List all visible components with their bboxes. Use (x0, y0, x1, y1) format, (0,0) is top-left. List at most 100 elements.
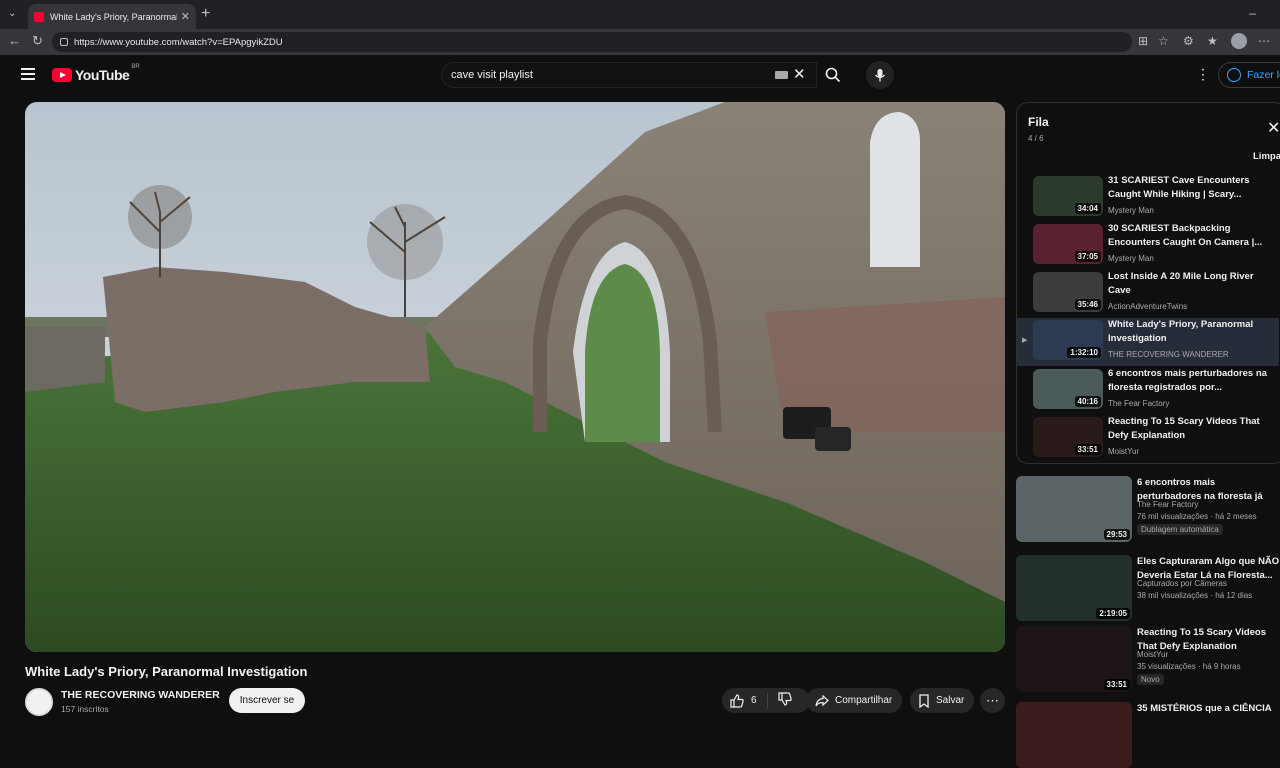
queue-thumbnail: 33:51 (1033, 417, 1103, 457)
queue-item-channel: ActionAdventureTwins (1108, 302, 1188, 311)
extensions-icon[interactable]: ⚙ (1183, 34, 1194, 48)
now-playing-icon: ▶ (1022, 337, 1028, 344)
profile-avatar[interactable] (1231, 33, 1247, 49)
queue-item-title: 30 SCARIEST Backpacking Encounters Caugh… (1108, 223, 1263, 248)
address-bar-row: ← ↻ https://www.youtube.com/watch?v=EPAp… (0, 29, 1280, 55)
browser-tab[interactable]: White Lady's Priory, Paranormal In ✕ (28, 4, 196, 29)
settings-kebab-icon[interactable]: ⋮ (1196, 66, 1210, 83)
save-playlist-icon (919, 693, 929, 708)
recommended-thumbnail (1016, 702, 1132, 768)
favorites-icon[interactable]: ★ (1207, 34, 1218, 48)
recommended-duration: 33:51 (1103, 679, 1130, 690)
queue-item-title: Lost Inside A 20 Mile Long River Cave (1108, 271, 1254, 296)
queue-duration: 33:51 (1074, 444, 1101, 455)
subscriber-count: 157 inscritos (61, 704, 109, 714)
channel-avatar[interactable] (25, 688, 53, 716)
url-field[interactable]: https://www.youtube.com/watch?v=EPApgyik… (52, 32, 1132, 52)
dislike-button[interactable] (777, 692, 792, 709)
video-title: White Lady's Priory, Paranormal Investig… (25, 664, 308, 679)
search-input[interactable]: cave visit playlist ✕ (441, 62, 817, 88)
queue-thumbnail: 40:16 (1033, 369, 1103, 409)
queue-item[interactable]: ▶ 1:32:10 White Lady's Priory, Paranormal … (1017, 318, 1279, 366)
tab-list-chevron-icon[interactable]: ⌄ (8, 8, 16, 19)
queue-item[interactable]: 40:16 6 encontros mais perturbadores na f… (1017, 367, 1279, 415)
person-icon (1227, 68, 1241, 82)
queue-item[interactable]: 33:51 Reacting To 15 Scary Videos That De… (1017, 415, 1279, 463)
recommended-video[interactable]: 33:51 Reacting To 15 Scary Videos That De… (1016, 626, 1280, 692)
recommended-channel: Capturados por Câmeras (1137, 579, 1227, 588)
queue-item-title: White Lady's Priory, Paranormal Investig… (1108, 319, 1254, 344)
browser-menu-icon[interactable]: ⋯ (1258, 34, 1270, 48)
video-frame (25, 102, 1005, 652)
queue-item-channel: Mystery Man (1108, 206, 1154, 215)
browser-tab-bar: ⌄ White Lady's Priory, Paranormal In ✕ +… (0, 0, 1280, 29)
recommended-thumbnail: 33:51 (1016, 626, 1132, 692)
queue-duration: 34:04 (1074, 203, 1101, 214)
menu-icon[interactable] (21, 68, 35, 80)
queue-duration: 37:05 (1074, 251, 1101, 262)
voice-search-button[interactable] (866, 61, 894, 89)
like-button[interactable]: 6 (730, 693, 757, 708)
url-text: https://www.youtube.com/watch?v=EPApgyik… (74, 36, 283, 48)
queue-item-channel: The Fear Factory (1108, 399, 1170, 408)
queue-duration: 40:16 (1074, 396, 1101, 407)
queue-item-channel: THE RECOVERING WANDERER (1108, 350, 1229, 359)
queue-duration: 35:46 (1074, 299, 1101, 310)
recommended-video[interactable]: 35 MISTÉRIOS que a CIÊNCIA (1016, 702, 1280, 768)
search-icon (825, 67, 841, 83)
queue-item-title: 31 SCARIEST Cave Encounters Caught While… (1108, 175, 1250, 200)
queue-item-title: Reacting To 15 Scary Videos That Defy Ex… (1108, 416, 1260, 441)
reload-icon[interactable]: ↻ (32, 33, 43, 49)
youtube-logo[interactable]: YouTube BR (52, 64, 140, 83)
recommended-badge: Dublagem automática (1137, 524, 1223, 535)
recommended-channel: The Fear Factory (1137, 500, 1199, 509)
youtube-play-icon (52, 68, 72, 82)
recommended-channel: MoistYur (1137, 650, 1169, 659)
back-icon[interactable]: ← (8, 33, 21, 48)
queue-item-title: 6 encontros mais perturbadores na flores… (1108, 368, 1267, 393)
queue-thumbnail: 35:46 (1033, 272, 1103, 312)
recommended-duration: 2:19:05 (1096, 608, 1130, 619)
recommended-meta: 38 mil visualizações · há 12 dias (1137, 591, 1253, 600)
video-player[interactable] (25, 102, 1005, 652)
close-queue-icon[interactable]: ✕ (1267, 118, 1280, 138)
recommended-meta: 76 mil visualizações · há 2 meses (1137, 512, 1257, 521)
youtube-header: YouTube BR cave visit playlist ✕ ⋮ Fazer… (0, 55, 1280, 95)
queue-count: 4 / 6 (1028, 134, 1044, 143)
channel-name[interactable]: THE RECOVERING WANDERER (61, 689, 220, 701)
queue-item[interactable]: 37:05 30 SCARIEST Backpacking Encounters … (1017, 222, 1279, 270)
keyboard-icon[interactable] (775, 71, 788, 79)
queue-thumbnail: 1:32:10 (1033, 320, 1103, 360)
queue-title: Fila (1028, 115, 1049, 129)
thumbs-up-icon (730, 693, 744, 708)
like-divider (766, 692, 768, 709)
app-available-icon[interactable]: ⊞ (1138, 34, 1148, 48)
sign-in-button[interactable]: Fazer lo (1218, 62, 1280, 88)
subscribe-button[interactable]: Inscrever se (229, 688, 305, 713)
recommended-video[interactable]: 2:19:05 Eles Capturaram Algo que NÃO Deve… (1016, 555, 1280, 621)
queue-duration: 1:32:10 (1067, 347, 1101, 358)
new-tab-icon[interactable]: + (201, 5, 210, 23)
share-label: Compartilhar (835, 695, 893, 706)
queue-thumbnail: 34:04 (1033, 176, 1103, 216)
more-actions-button[interactable]: ⋯ (980, 688, 1005, 713)
save-button[interactable]: Salvar (910, 688, 974, 713)
search-button[interactable] (818, 62, 848, 88)
favorite-star-icon[interactable]: ☆ (1158, 34, 1169, 48)
clear-queue-button[interactable]: Limpa (1253, 151, 1280, 162)
queue-item[interactable]: 35:46 Lost Inside A 20 Mile Long River Ca… (1017, 270, 1279, 318)
minimize-icon[interactable]: – (1249, 6, 1256, 20)
recommended-video[interactable]: 29:53 6 encontros mais perturbadores na f… (1016, 476, 1280, 542)
close-tab-icon[interactable]: ✕ (181, 10, 190, 23)
queue-item-channel: MoistYur (1108, 447, 1140, 456)
like-count: 6 (751, 695, 757, 706)
share-button[interactable]: Compartilhar (806, 688, 902, 713)
clear-search-icon[interactable]: ✕ (793, 65, 806, 83)
like-dislike-group: 6 (722, 688, 810, 713)
recommended-meta: 35 visualizações · há 9 horas (1137, 662, 1241, 671)
microphone-icon (875, 68, 885, 81)
queue-item-channel: Mystery Man (1108, 254, 1154, 263)
queue-item[interactable]: 34:04 31 SCARIEST Cave Encounters Caught … (1017, 174, 1279, 222)
search-text: cave visit playlist (451, 69, 533, 81)
site-info-icon[interactable] (60, 38, 68, 46)
